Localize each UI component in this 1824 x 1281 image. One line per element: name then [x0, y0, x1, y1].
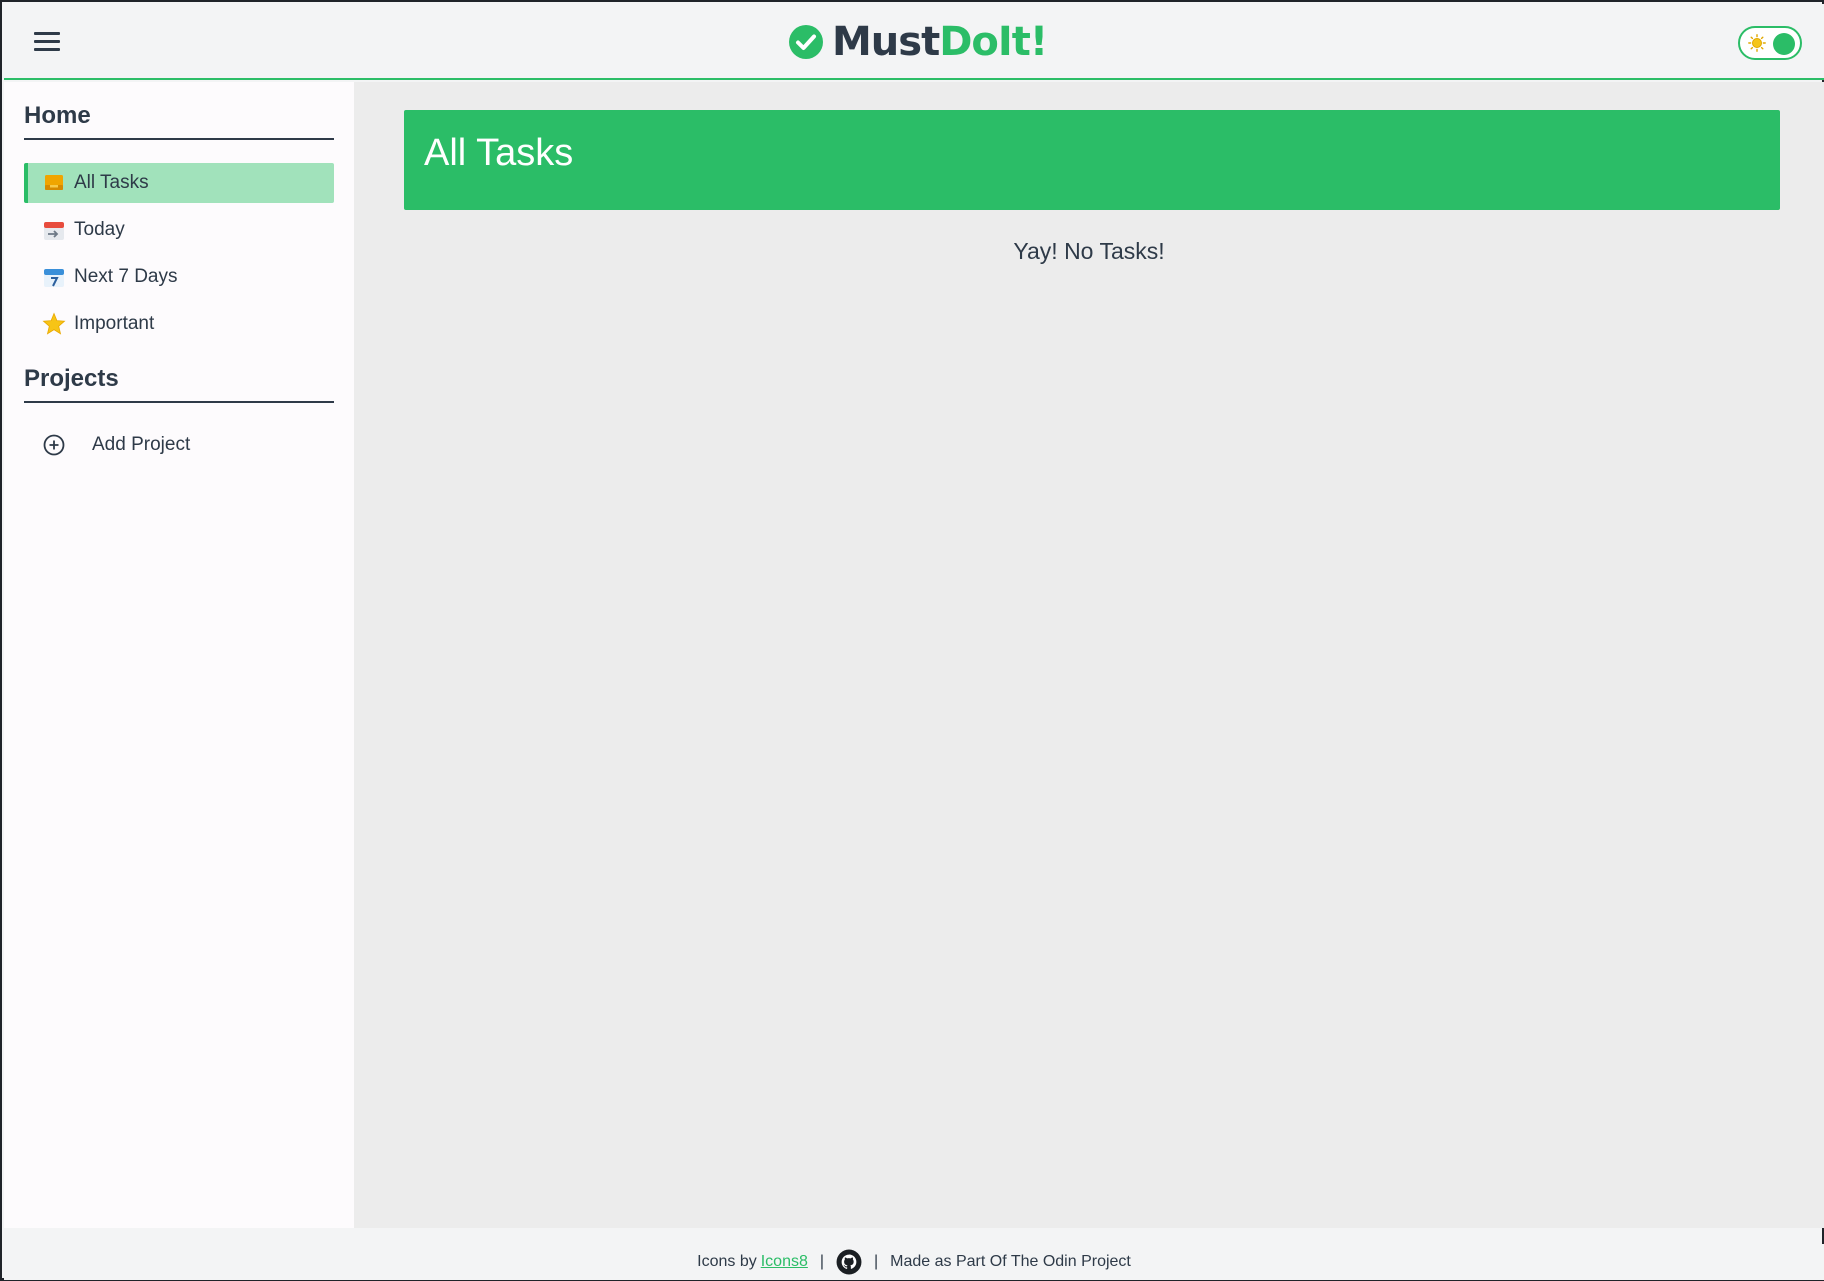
header: MustDoIt!: [4, 4, 1824, 80]
sidebar-item-next-7-days[interactable]: Next 7 Days: [24, 257, 334, 297]
brand-name: MustDoIt!: [832, 19, 1048, 65]
footer-separator: |: [819, 1253, 825, 1270]
sidebar-item-label: All Tasks: [74, 172, 149, 193]
theme-toggle[interactable]: [1738, 26, 1802, 60]
made-as-text: Made as Part Of The Odin Project: [890, 1253, 1131, 1270]
calendar-7-icon: [44, 269, 64, 287]
sidebar-item-important[interactable]: Important: [24, 304, 334, 344]
icons-by-text: Icons by: [697, 1253, 757, 1270]
check-circle-icon: [789, 25, 823, 59]
plus-circle-icon: [43, 434, 65, 456]
sidebar-item-label: Important: [74, 313, 155, 334]
inbox-icon: [45, 175, 63, 190]
footer: Icons by Icons8 | | Made as Part Of The …: [4, 1244, 1824, 1280]
projects-section-title: Projects: [24, 365, 334, 403]
sidebar-item-label: Next 7 Days: [74, 266, 178, 287]
empty-state-message: Yay! No Tasks!: [1013, 238, 1165, 264]
page-header-banner: All Tasks: [404, 110, 1780, 210]
sun-icon: [1748, 34, 1766, 52]
add-project-label: Add Project: [92, 434, 191, 455]
brand-name-part2: DoIt!: [939, 19, 1048, 65]
footer-separator: |: [874, 1253, 879, 1270]
sidebar-item-today[interactable]: Today: [24, 210, 334, 250]
app-window: MustDoIt! Home All Tasks Today Next 7 Da…: [0, 0, 1824, 1281]
toggle-knob: [1773, 33, 1795, 55]
calendar-today-icon: [44, 222, 64, 240]
star-icon: [42, 312, 66, 335]
page-title: All Tasks: [424, 132, 574, 174]
add-project-button[interactable]: Add Project: [42, 430, 190, 460]
hamburger-icon[interactable]: [34, 32, 60, 52]
brand-logo: MustDoIt!: [788, 18, 1048, 66]
main-content: All Tasks Yay! No Tasks!: [354, 82, 1824, 1228]
github-icon[interactable]: [836, 1249, 862, 1275]
sidebar-item-label: Today: [74, 219, 125, 240]
icons8-link[interactable]: Icons8: [761, 1253, 808, 1271]
sidebar-item-all-tasks[interactable]: All Tasks: [24, 163, 334, 203]
home-section-title: Home: [24, 102, 334, 140]
sidebar: Home All Tasks Today Next 7 Days Importa…: [4, 82, 354, 1228]
brand-name-part1: Must: [832, 19, 940, 65]
